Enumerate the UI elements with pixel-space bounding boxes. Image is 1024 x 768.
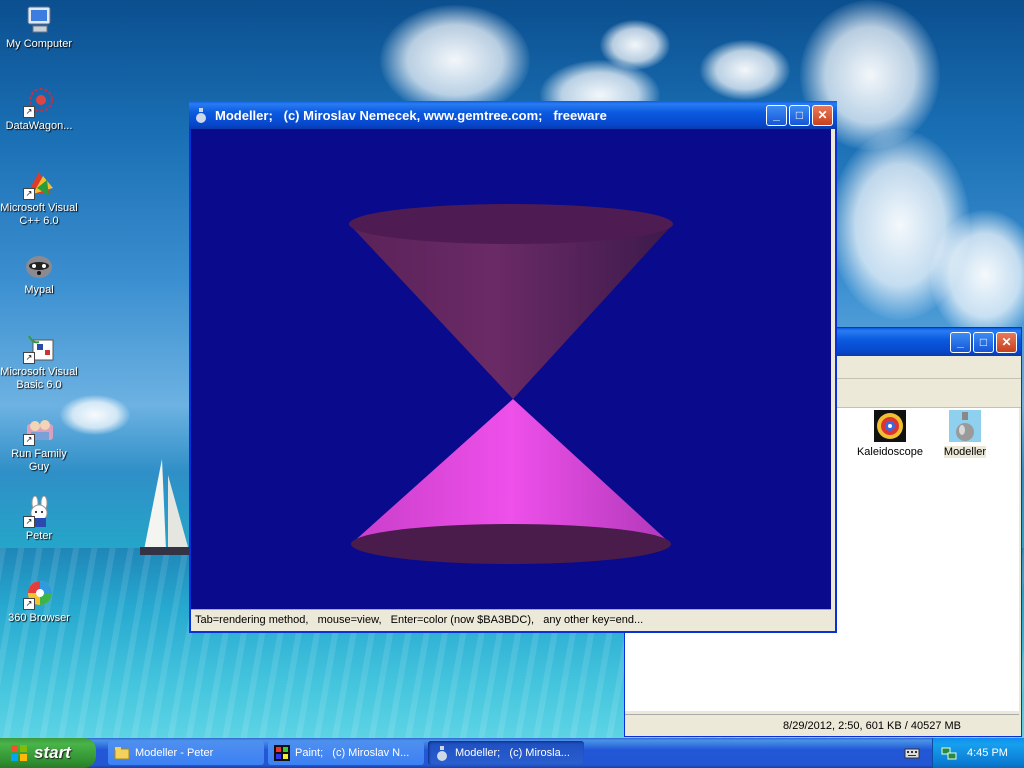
task-label: Modeller - Peter — [135, 747, 214, 759]
360-browser-icon: ↗ — [23, 578, 55, 610]
render-canvas[interactable] — [191, 129, 831, 609]
cloud — [380, 5, 530, 115]
desktop-icon-label: Run Family Guy — [11, 448, 67, 473]
close-button[interactable]: ✕ — [996, 331, 1017, 353]
visual-cpp-icon: ↗ — [23, 168, 55, 200]
file-item-label: Kaleidoscope — [856, 446, 924, 458]
network-icon[interactable] — [941, 745, 957, 761]
sailboat — [140, 459, 190, 555]
datawagon-icon: ↗ — [23, 86, 55, 118]
desktop-icon-label: 360 Browser — [8, 612, 70, 624]
cloud — [600, 20, 670, 70]
taskbar-item-modeller[interactable]: Modeller; (c) Mirosla... — [428, 741, 584, 765]
peter-bunny-icon: ↗ — [23, 495, 55, 528]
explorer-status-text: 8/29/2012, 2:50, 601 KB / 40527 MB — [783, 719, 961, 732]
desktop-icon-my-computer[interactable]: My Computer — [0, 4, 78, 51]
modeller-vase-icon — [193, 107, 209, 123]
double-cone-model — [349, 204, 673, 564]
windows-logo-icon — [10, 744, 28, 762]
cloud — [700, 40, 790, 100]
desktop-icon-label: Mypal — [24, 284, 54, 296]
modeller-titlebar[interactable]: Modeller; (c) Miroslav Nemecek, www.gemt… — [189, 101, 837, 129]
desktop-icon-datawagon[interactable]: ↗ DataWagon... — [0, 86, 78, 133]
task-label: Paint; (c) Miroslav N... — [295, 747, 410, 759]
minimize-button[interactable]: _ — [766, 104, 787, 126]
explorer-statusbar: 8/29/2012, 2:50, 601 KB / 40527 MB — [625, 714, 1019, 736]
file-item-kaleidoscope[interactable]: Kaleidoscope — [853, 410, 927, 458]
window-title: Modeller; (c) Miroslav Nemecek, www.gemt… — [215, 107, 607, 123]
modeller-vase-icon — [949, 410, 981, 442]
desktop-icon-label: My Computer — [5, 38, 73, 50]
maximize-button[interactable]: □ — [973, 331, 994, 353]
modeller-window: Modeller; (c) Miroslav Nemecek, www.gemt… — [189, 101, 837, 633]
paint-icon — [274, 745, 290, 761]
my-computer-icon — [23, 4, 55, 36]
file-item-modeller[interactable]: Modeller — [933, 410, 997, 458]
start-label: start — [34, 743, 71, 762]
family-guy-icon: ↗ — [23, 414, 55, 446]
desktop-icon-family-guy[interactable]: ↗ Run Family Guy — [0, 414, 78, 474]
modeller-statusbar: Tab=rendering method, mouse=view, Enter=… — [191, 609, 831, 629]
desktop-icon-label: Microsoft Visual Basic 6.0 — [0, 366, 78, 391]
mypal-raccoon-icon — [23, 250, 55, 282]
cloud — [930, 210, 1024, 340]
clock[interactable]: 4:45 PM — [967, 747, 1008, 759]
desktop-icon-visual-basic[interactable]: ↗ Microsoft Visual Basic 6.0 — [0, 332, 78, 392]
desktop-icon-label: Microsoft Visual C++ 6.0 — [0, 202, 78, 227]
status-text: Tab=rendering method, mouse=view, Enter=… — [195, 613, 644, 626]
file-item-label: Modeller — [943, 446, 987, 458]
taskbar-item-paint[interactable]: Paint; (c) Miroslav N... — [268, 741, 424, 765]
minimize-button[interactable]: _ — [950, 331, 971, 353]
visual-basic-icon: ↗ — [23, 332, 55, 364]
keyboard-icon[interactable] — [904, 745, 920, 761]
desktop-icon-360-browser[interactable]: ↗ 360 Browser — [0, 578, 78, 625]
desktop-icon-label: Peter — [25, 530, 53, 542]
maximize-button[interactable]: □ — [789, 104, 810, 126]
close-button[interactable]: ✕ — [812, 104, 833, 126]
modeller-vase-icon — [434, 745, 450, 761]
desktop-icon-peter[interactable]: ↗ Peter — [0, 495, 78, 543]
start-button[interactable]: start — [0, 738, 96, 768]
desktop-icon-visual-cpp[interactable]: ↗ Microsoft Visual C++ 6.0 — [0, 168, 78, 228]
desktop-icon-label: DataWagon... — [5, 120, 73, 132]
system-tray: 4:45 PM — [932, 738, 1024, 768]
folder-icon — [114, 745, 130, 761]
task-label: Modeller; (c) Mirosla... — [455, 747, 570, 759]
taskbar: start Modeller - Peter Paint; (c) Mirosl… — [0, 738, 1024, 768]
taskbar-item-modeller-peter[interactable]: Modeller - Peter — [108, 741, 264, 765]
desktop-icon-mypal[interactable]: Mypal — [0, 250, 78, 297]
kaleidoscope-icon — [874, 410, 906, 442]
